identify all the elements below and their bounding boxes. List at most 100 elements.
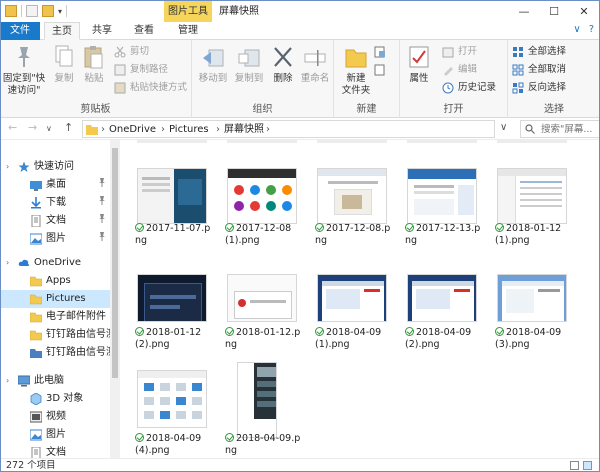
file-name-label: 2018-01-12.png [225,327,301,350]
invert-selection-button[interactable]: 反向选择 [510,80,566,96]
recent-address-dropdown[interactable]: ∨ [500,122,507,133]
details-view-button[interactable] [570,461,579,470]
expand-chevron-icon[interactable]: › [6,254,9,272]
breadcrumb-onedrive[interactable]: OneDrive [109,123,156,137]
expand-chevron-icon[interactable]: › [6,158,9,176]
search-input[interactable] [541,121,599,137]
easy-access-button[interactable] [374,62,386,78]
collapse-ribbon-button[interactable]: ∨ [573,24,580,35]
rename-button[interactable]: 重命名 [298,44,332,85]
move-to-button[interactable]: 移动到 [196,44,230,85]
navigation-scrollbar[interactable] [110,140,120,458]
file-thumbnail [497,168,567,224]
nav-item[interactable]: › OneDrive [0,254,120,272]
file-name-label: 2018-04-09 (3).png [495,327,562,350]
file-thumbnail [137,168,207,224]
paste-button[interactable]: 粘贴 [80,44,108,85]
tab-view[interactable]: 查看 [126,22,162,40]
computer-icon [17,375,31,387]
delete-button[interactable]: 删除 [268,44,298,85]
nav-item[interactable]: 钉钉路由信号测试 [0,344,120,362]
copy-button[interactable]: 复制 [50,44,78,85]
history-icon [442,82,454,94]
nav-item[interactable]: › 此电脑 [0,372,120,390]
open-button[interactable]: 打开 [440,44,477,60]
pictures-folder-icon [29,429,43,441]
nav-item[interactable]: 文档 [0,212,120,230]
scrolled-thumbnail-edge [227,140,297,143]
pin-to-quick-access-button[interactable]: 固定到"快 速访问" [2,44,46,97]
properties-button[interactable]: 属性 [402,44,436,85]
new-group: 新建 文件夹 新建 [334,40,400,118]
help-button[interactable]: ? [589,24,594,35]
new-folder-button[interactable]: 新建 文件夹 [338,44,374,97]
pin-icon [98,230,106,248]
nav-item[interactable]: Pictures [0,290,120,308]
new-item-button[interactable] [374,44,386,60]
tab-home[interactable]: 主页 [44,22,80,40]
search-box[interactable] [520,120,600,138]
nav-item-label: 桌面 [46,179,66,190]
file-thumbnail [237,362,277,438]
breadcrumb-separator: › [266,124,270,135]
large-icons-view-button[interactable] [583,461,592,470]
customize-quick-access-button[interactable]: ▾ [58,7,62,16]
easy-access-icon [374,64,386,76]
nav-item[interactable]: 文档 [0,444,120,458]
up-button[interactable]: ↑ [64,121,73,134]
forward-button[interactable]: → [28,121,37,134]
desktop-folder-icon [30,179,42,191]
nav-item[interactable]: 下载 [0,194,120,212]
documents-folder-icon [30,214,42,228]
copy-to-label: 复制到 [234,73,264,84]
recent-locations-button[interactable]: ∨ [46,124,52,133]
search-icon [525,124,535,134]
sync-check-icon [315,223,324,232]
address-bar[interactable]: › OneDrive › Pictures › 屏幕快照 › [82,120,495,138]
history-button[interactable]: 历史记录 [440,80,496,96]
star-icon [18,161,30,173]
properties-quick-icon[interactable] [26,5,38,17]
close-button[interactable]: ✕ [569,1,599,23]
nav-item[interactable]: Apps [0,272,120,290]
expand-chevron-icon[interactable]: › [6,372,9,390]
open-group-label: 打开 [443,104,464,115]
nav-item[interactable]: 视频 [0,408,120,426]
nav-item[interactable]: 钉钉路由信号测试 [0,326,120,344]
breadcrumb-pictures[interactable]: Pictures [169,123,209,137]
nav-item[interactable]: 图片 [0,230,120,248]
tab-share[interactable]: 共享 [84,22,120,40]
copy-path-button[interactable]: 复制路径 [112,62,168,78]
new-folder-quick-icon[interactable] [42,5,54,17]
scrollbar-thumb[interactable] [112,148,118,378]
copy-icon [52,44,76,70]
move-to-icon [201,44,225,70]
select-none-button[interactable]: 全部取消 [510,62,566,78]
tab-manage[interactable]: 管理 [170,22,206,40]
nav-item[interactable]: 3D 对象 [0,390,120,408]
nav-item[interactable]: › 快速访问 [0,158,120,176]
edit-button[interactable]: 编辑 [440,62,477,78]
tab-file[interactable]: 文件 [0,22,40,40]
edit-label: 编辑 [458,64,478,75]
paste-shortcut-button[interactable]: 粘贴快捷方式 [112,80,187,96]
ribbon-tabs: 文件 主页 共享 查看 管理 ∨ ? [0,22,600,40]
back-button[interactable]: ← [8,121,17,134]
nav-item-label: 此电脑 [34,375,64,386]
nav-item[interactable]: 桌面 [0,176,120,194]
breadcrumb-screenshots[interactable]: 屏幕快照 [224,123,264,137]
maximize-button[interactable]: ☐ [539,1,569,23]
file-name-label: 2017-12-08 (1).png [225,223,292,246]
file-name: 2017-12-08 (1).png [225,222,305,247]
title-bar: ▾ 图片工具 屏幕快照 — ☐ ✕ [0,0,600,23]
copy-to-button[interactable]: 复制到 [232,44,266,85]
file-name: 2018-04-09 (2).png [405,326,485,351]
paste-label: 粘贴 [84,73,104,84]
cut-button[interactable]: 剪切 [112,44,149,60]
open-icon [442,46,454,58]
sync-check-icon [135,433,144,442]
nav-item[interactable]: 图片 [0,426,120,444]
minimize-button[interactable]: — [509,1,539,23]
nav-item[interactable]: 电子邮件附件 [0,308,120,326]
select-all-button[interactable]: 全部选择 [510,44,566,60]
